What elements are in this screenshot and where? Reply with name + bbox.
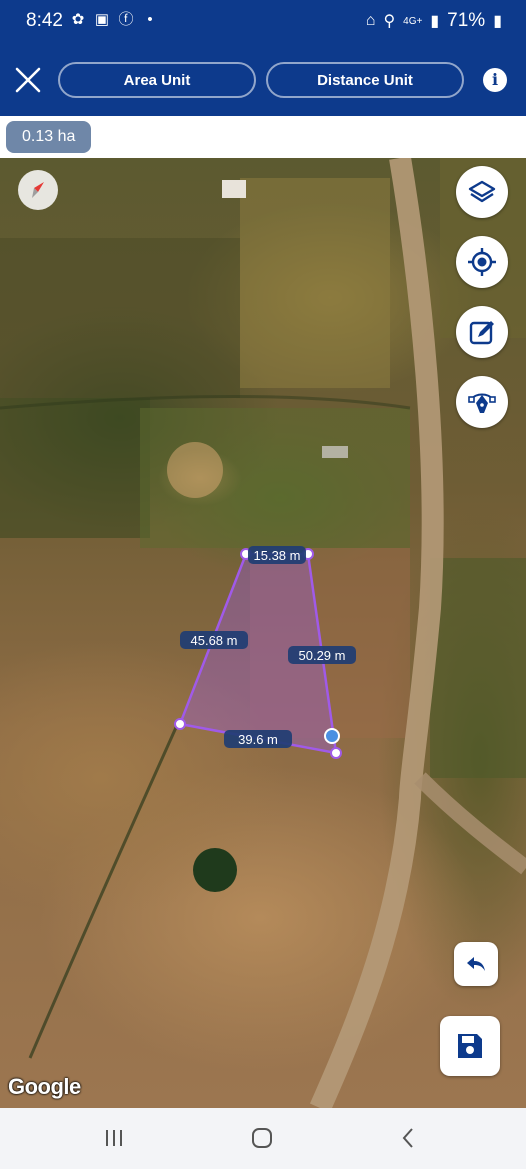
home-button[interactable] xyxy=(242,1122,282,1154)
road xyxy=(414,772,526,875)
measurement-label-top: 15.38 m xyxy=(248,546,306,564)
vertex-handle[interactable] xyxy=(330,747,342,759)
notification-icons: ✿ ▣ ⓕ • xyxy=(70,12,158,28)
current-location-marker xyxy=(324,728,340,744)
bare-patch xyxy=(167,442,223,498)
undo-button[interactable] xyxy=(454,942,498,986)
gallery-notification-icon: ▣ xyxy=(94,11,110,28)
battery-icon: ▮ xyxy=(493,13,502,30)
map-overlay: 15.38 m 45.68 m 50.29 m 39.6 m xyxy=(0,158,526,1108)
back-button[interactable] xyxy=(388,1122,428,1154)
compass-button[interactable] xyxy=(18,170,58,210)
more-notifications-dot-icon: • xyxy=(147,11,153,28)
building xyxy=(222,180,246,198)
draw-polygon-button[interactable] xyxy=(456,376,508,428)
my-location-button[interactable] xyxy=(456,236,508,288)
tree-cluster xyxy=(193,848,237,892)
measurement-label-left: 45.68 m xyxy=(180,631,248,649)
app-notification-icon: ✿ xyxy=(71,11,85,28)
location-icon: ⚲ xyxy=(383,13,396,30)
system-icons: ⌂ ⚲ 4G+ ▮ 71% ▮ xyxy=(366,10,502,32)
vertex-handle[interactable] xyxy=(174,718,186,730)
facebook-notification-icon: ⓕ xyxy=(118,11,134,28)
field-patch xyxy=(0,398,150,538)
vector-pen-icon xyxy=(468,393,496,413)
svg-text:39.6 m: 39.6 m xyxy=(238,732,278,747)
save-floppy-icon xyxy=(458,1034,482,1058)
area-unit-button[interactable]: Area Unit xyxy=(58,62,256,98)
svg-text:50.29 m: 50.29 m xyxy=(299,648,346,663)
data-saver-icon: ⌂ xyxy=(365,12,376,29)
recent-apps-icon xyxy=(106,1130,122,1146)
compass-icon xyxy=(32,182,44,198)
area-result-bar: 0.13 ha xyxy=(0,116,526,158)
recent-apps-button[interactable] xyxy=(94,1122,134,1154)
building xyxy=(322,446,348,458)
area-value-chip: 0.13 ha xyxy=(6,121,92,153)
measurement-label-right: 50.29 m xyxy=(288,646,356,664)
battery-percent: 71% xyxy=(447,10,486,31)
path-track xyxy=(28,722,180,1059)
edit-icon xyxy=(469,321,494,345)
top-toolbar: Area Unit Distance Unit i xyxy=(0,44,526,116)
status-bar: 8:42 ✿ ▣ ⓕ • ⌂ ⚲ 4G+ ▮ 71% ▮ xyxy=(0,0,526,44)
home-icon xyxy=(252,1128,272,1148)
satellite-map[interactable]: 15.38 m 45.68 m 50.29 m 39.6 m Google xyxy=(0,158,526,1108)
google-attribution: Google xyxy=(8,1074,81,1099)
distance-unit-button[interactable]: Distance Unit xyxy=(266,62,464,98)
close-icon xyxy=(15,67,41,93)
gps-target-icon xyxy=(468,248,496,276)
layers-icon xyxy=(468,180,496,203)
close-button[interactable] xyxy=(10,62,46,98)
network-type: 4G+ xyxy=(403,15,423,27)
system-navigation-bar xyxy=(0,1108,526,1169)
field-patch xyxy=(0,238,240,398)
field-patch xyxy=(430,558,526,778)
svg-text:45.68 m: 45.68 m xyxy=(191,633,238,648)
signal-icon: ▮ xyxy=(430,13,440,30)
layers-button[interactable] xyxy=(456,166,508,218)
svg-text:15.38 m: 15.38 m xyxy=(254,548,301,563)
back-chevron-icon xyxy=(402,1128,413,1148)
clock: 8:42 xyxy=(26,10,63,31)
field-patch xyxy=(240,178,390,388)
info-icon[interactable]: i xyxy=(483,68,507,92)
undo-arrow-icon xyxy=(467,957,485,971)
save-button[interactable] xyxy=(440,1016,500,1076)
measurement-label-bottom: 39.6 m xyxy=(224,730,292,748)
edit-button[interactable] xyxy=(456,306,508,358)
